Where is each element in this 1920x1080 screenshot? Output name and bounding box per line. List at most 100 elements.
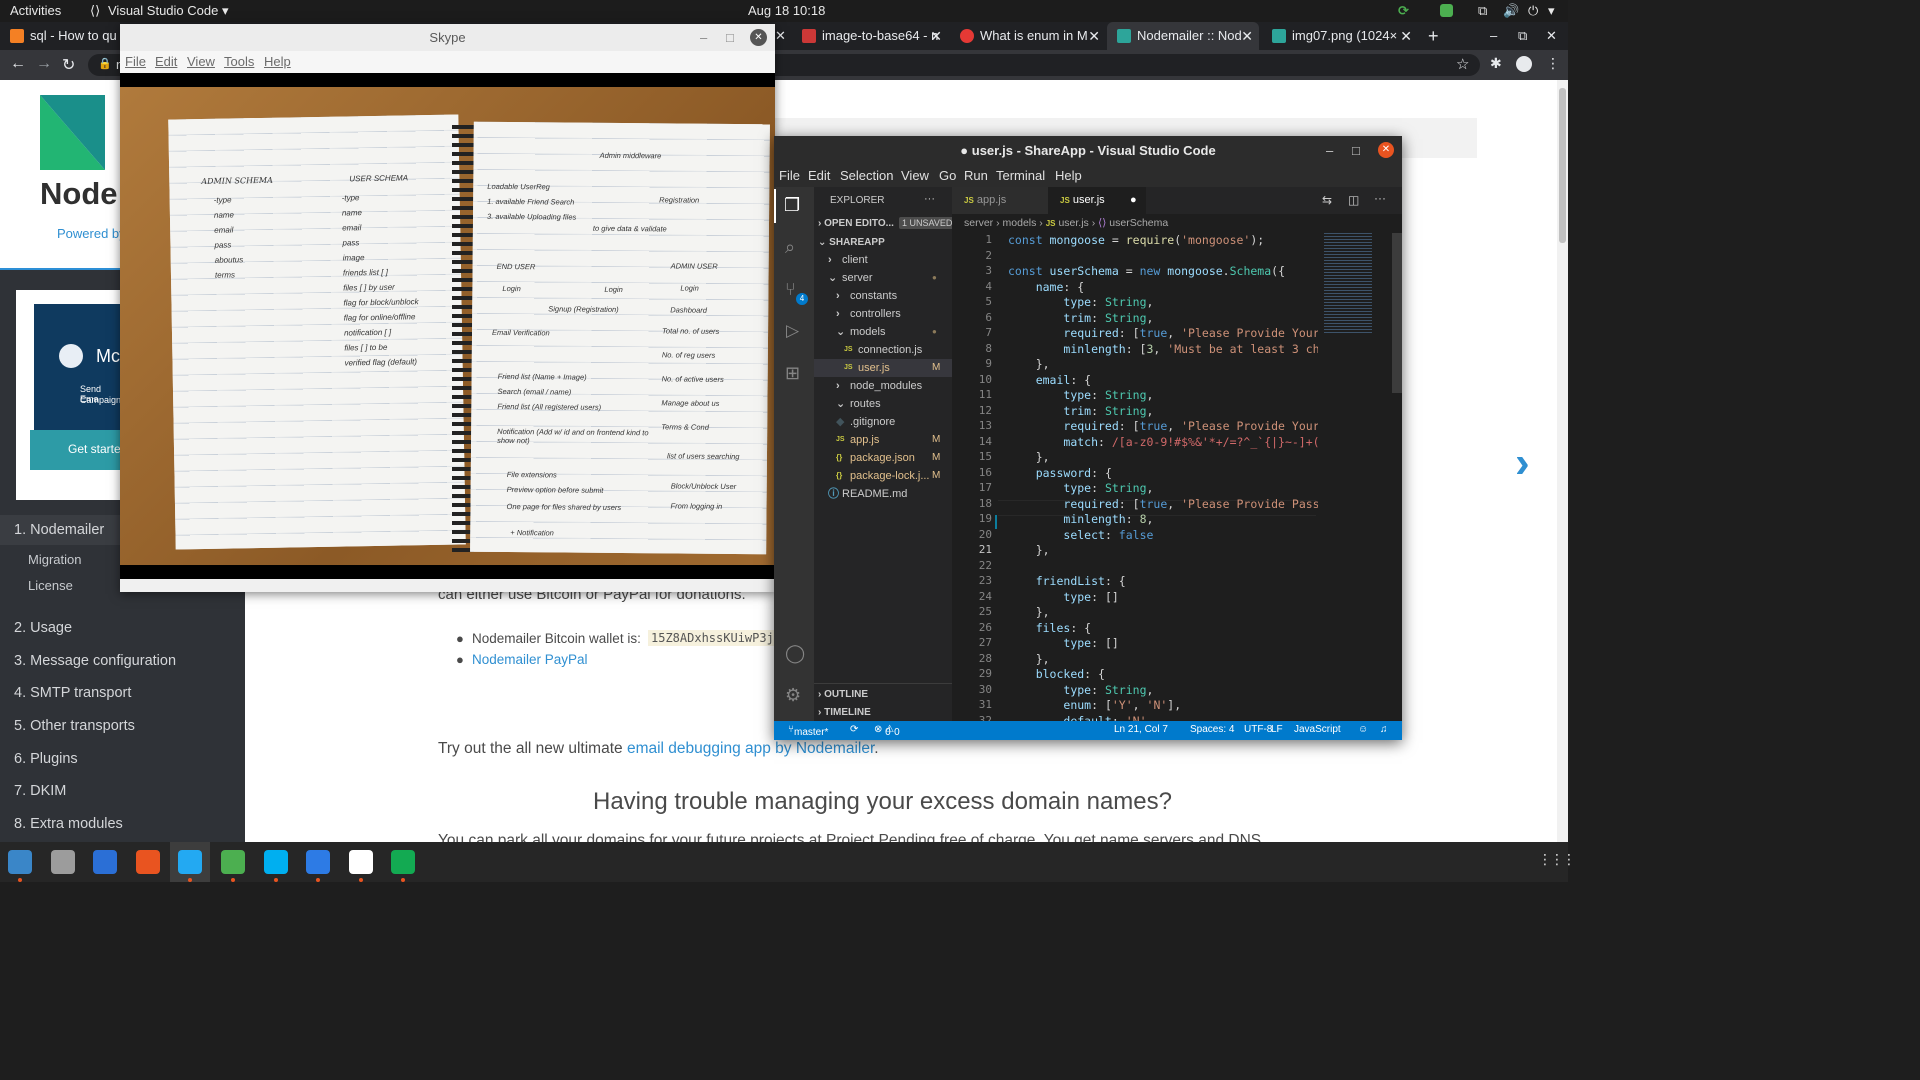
extensions-icon[interactable]: ⊞ [785, 363, 800, 384]
tree-item-server[interactable]: ⌄ server ● [814, 269, 952, 287]
browser-tab-nodemailer[interactable]: Nodemailer :: Nod ✕ [1107, 22, 1259, 50]
nav-item-other-transports[interactable]: 5. Other transports [14, 718, 135, 734]
breadcrumb-item[interactable]: server [964, 217, 993, 229]
tab-app-js[interactable]: JS app.js [952, 187, 1048, 214]
tree-item-readme-md[interactable]: ⓘ README.md [814, 485, 952, 503]
close-icon[interactable]: ✕ [930, 22, 942, 50]
browser-tab-sql[interactable]: sql - How to qu [0, 22, 125, 50]
ad-card[interactable]: Mc Send Ema Campaign Get starte [16, 290, 121, 500]
run-debug-icon[interactable]: ▷ [786, 321, 799, 341]
menu-view[interactable]: View [901, 168, 929, 183]
chrome-icon[interactable] [221, 850, 245, 874]
page-scrollbar[interactable] [1557, 80, 1568, 842]
sync-icon[interactable]: ⟳ [850, 724, 858, 735]
plasma-icon[interactable] [306, 850, 331, 874]
tree-item-controllers[interactable]: › controllers [814, 305, 952, 323]
feedback-icon[interactable]: ☺ [1358, 724, 1368, 735]
notifications-bell-icon[interactable]: ♫ [1380, 724, 1388, 735]
tree-item-node-modules[interactable]: › node_modules [814, 377, 952, 395]
tree-item-package-json[interactable]: {} package.json M [814, 449, 952, 467]
minimize-icon[interactable]: – [1326, 136, 1333, 165]
breadcrumb-item[interactable]: userSchema [1109, 217, 1168, 229]
minimize-icon[interactable]: – [1490, 22, 1510, 50]
split-editor-icon[interactable]: ◫ [1348, 193, 1359, 207]
close-icon[interactable]: ✕ [1241, 22, 1253, 50]
close-icon[interactable]: ✕ [1378, 142, 1394, 158]
close-icon[interactable]: ✕ [750, 29, 767, 46]
breadcrumb-item[interactable]: models [1003, 217, 1037, 229]
system-menu-chevron-icon[interactable]: ▾ [1548, 3, 1555, 19]
next-page-chevron-icon[interactable]: › [1515, 438, 1530, 488]
clock[interactable]: Aug 18 10:18 [748, 3, 825, 18]
skype-titlebar[interactable]: Skype – □ ✕ [120, 24, 775, 51]
menu-terminal[interactable]: Terminal [996, 168, 1045, 183]
power-icon[interactable]: ⏻ [1528, 3, 1538, 19]
back-icon[interactable]: ← [10, 55, 26, 73]
project-section[interactable]: ⌄ SHAREAPP [818, 237, 885, 248]
menu-tools[interactable]: Tools [224, 54, 254, 69]
tree-item--gitignore[interactable]: ◆ .gitignore [814, 413, 952, 431]
source-control-icon[interactable]: ⑂ [785, 279, 796, 300]
explorer-icon[interactable]: ❐ [784, 195, 800, 216]
menu-edit[interactable]: Edit [155, 54, 177, 69]
cursor-position[interactable]: Ln 21, Col 7 [1114, 724, 1168, 735]
menu-file[interactable]: File [125, 54, 146, 69]
mongodb-compass-icon[interactable] [391, 850, 416, 874]
vscode-titlebar[interactable]: ● user.js - ShareApp - Visual Studio Cod… [774, 136, 1402, 165]
code-text[interactable]: const mongoose = require('mongoose'); con… [1008, 233, 1318, 721]
tree-item-constants[interactable]: › constants [814, 287, 952, 305]
nav-item-nodemailer[interactable]: 1. Nodemailer [14, 522, 104, 538]
software-icon[interactable] [135, 850, 160, 874]
network-icon[interactable]: ⧉ [1478, 3, 1487, 19]
activities-button[interactable]: Activities [10, 3, 61, 18]
chrome-menu-icon[interactable]: ⋮ [1546, 55, 1560, 72]
reload-icon[interactable]: ↻ [62, 55, 75, 75]
close-window-icon[interactable]: ✕ [1546, 22, 1566, 50]
language-mode[interactable]: JavaScript [1294, 724, 1341, 735]
menu-view[interactable]: View [187, 54, 215, 69]
settings-gear-icon[interactable]: ⚙ [785, 685, 801, 706]
new-tab-button[interactable]: + [1420, 22, 1450, 50]
tree-item-user-js[interactable]: JS user.js M [814, 359, 952, 377]
unsaved-dot-icon[interactable]: ● [1130, 187, 1137, 214]
restore-icon[interactable]: ⧉ [1518, 22, 1538, 50]
minimize-icon[interactable]: – [700, 24, 707, 51]
forward-icon[interactable]: → [36, 55, 52, 73]
line-endings[interactable]: LF [1271, 724, 1283, 735]
extensions-icon[interactable]: ✱ [1490, 55, 1502, 72]
browser-tab-image-to-base64[interactable]: image-to-base64 - n ✕ [792, 22, 948, 50]
breadcrumb-item[interactable]: user.js [1058, 217, 1088, 229]
nav-item-extra-modules[interactable]: 8. Extra modules [14, 816, 123, 832]
outline-section[interactable]: › OUTLINE [818, 689, 868, 700]
debug-app-link[interactable]: email debugging app by Nodemailer [627, 740, 874, 757]
scrollbar-thumb[interactable] [1559, 88, 1566, 243]
menu-edit[interactable]: Edit [808, 168, 830, 183]
tree-item-package-lock-j-[interactable]: {} package-lock.j... M [814, 467, 952, 485]
volume-icon[interactable]: 🔊 [1503, 3, 1519, 19]
vscode-icon[interactable] [178, 850, 203, 874]
tree-item-app-js[interactable]: JS app.js M [814, 431, 952, 449]
nav-item-smtp-transport[interactable]: 4. SMTP transport [14, 685, 131, 701]
search-icon[interactable]: ⌕ [785, 237, 795, 258]
menu-go[interactable]: Go [939, 168, 956, 183]
nav-item-usage[interactable]: 2. Usage [14, 620, 72, 636]
close-icon[interactable]: ✕ [1088, 22, 1100, 50]
tab-user-js[interactable]: JS user.js ● [1048, 187, 1146, 214]
bookmark-star-icon[interactable]: ☆ [1456, 55, 1469, 73]
indentation[interactable]: Spaces: 4 [1190, 724, 1234, 735]
editor-scrollbar-thumb[interactable] [1392, 233, 1402, 393]
app-menu-button[interactable]: Visual Studio Code ▾ [108, 3, 228, 19]
open-changes-icon[interactable]: ⇆ [1322, 193, 1332, 207]
files-icon[interactable] [50, 850, 75, 874]
ad-get-started-button[interactable]: Get starte [30, 430, 121, 470]
writer-icon[interactable] [93, 850, 118, 874]
sync-tray-icon[interactable]: ⟳ [1398, 3, 1409, 19]
close-icon[interactable]: ✕ [1400, 22, 1412, 50]
browser-tab-img07[interactable]: img07.png (1024× ✕ [1262, 22, 1418, 50]
browser-tab-enum[interactable]: What is enum in M ✕ [950, 22, 1106, 50]
encoding[interactable]: UTF-8 [1244, 724, 1272, 735]
menu-file[interactable]: File [779, 168, 800, 183]
open-editors-section[interactable]: › OPEN EDITO... [818, 218, 894, 229]
accounts-icon[interactable]: ◯ [785, 643, 805, 664]
branch-status[interactable]: ⑂ master* [788, 724, 828, 738]
